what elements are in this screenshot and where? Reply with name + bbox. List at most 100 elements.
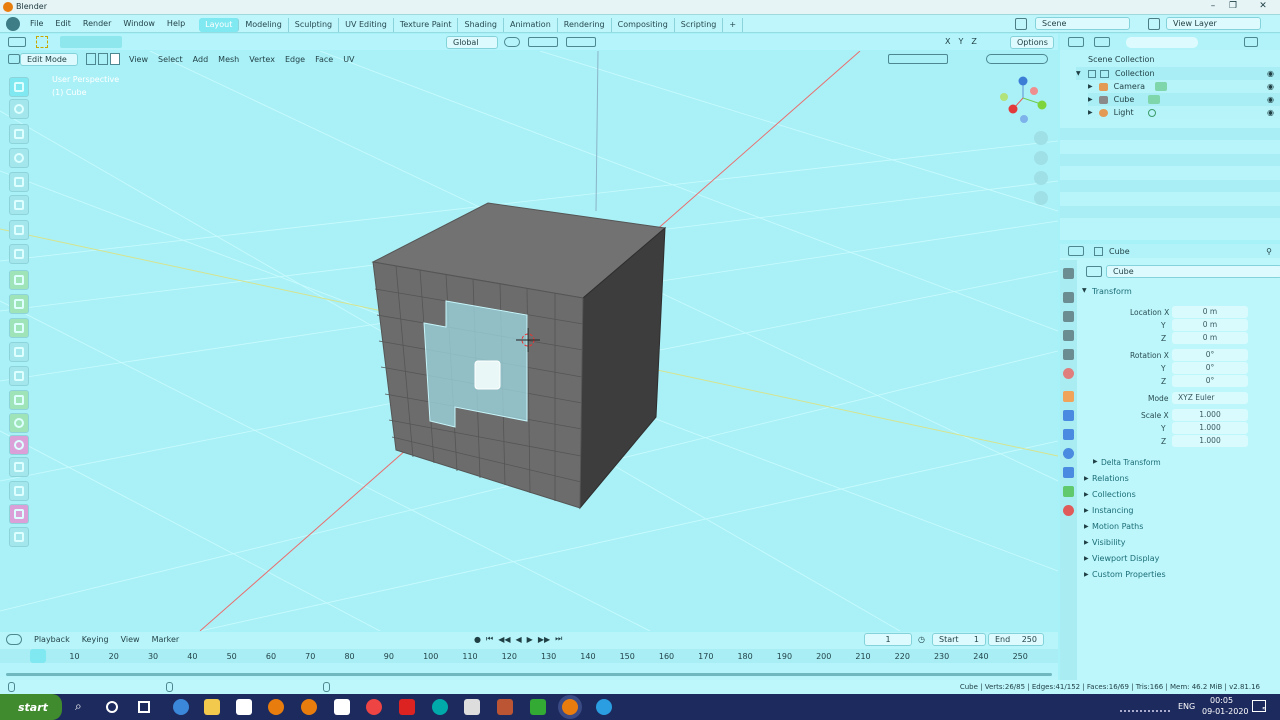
navigation-gizmo[interactable] — [1000, 76, 1047, 124]
record-icon[interactable]: ● — [474, 635, 481, 644]
minimize-icon[interactable]: – — [1206, 1, 1220, 13]
scene-selector[interactable]: Scene — [1015, 17, 1130, 30]
shading-mode-icons[interactable] — [986, 54, 1048, 64]
section-collections[interactable]: Collections — [1092, 490, 1136, 499]
filter-icon[interactable] — [1244, 37, 1258, 47]
prev-key-icon[interactable]: ◀◀ — [498, 635, 510, 644]
app-grey-icon[interactable] — [464, 699, 480, 715]
app-green-icon[interactable] — [530, 699, 546, 715]
mirror-z-toggle[interactable]: Z — [971, 37, 976, 46]
blender-app-icon[interactable] — [268, 699, 284, 715]
outliner-item-cube[interactable]: ▶ Cube ◉ — [1088, 93, 1280, 106]
expand-icon[interactable]: ▼ — [1076, 70, 1084, 77]
move-tool-button[interactable] — [9, 124, 29, 144]
active-face[interactable] — [474, 360, 501, 390]
play-reverse-icon[interactable]: ◀ — [516, 635, 522, 644]
current-frame-field[interactable]: 1 — [864, 633, 912, 646]
timeline-editor-icon[interactable] — [6, 634, 22, 645]
scene-tab-icon[interactable] — [1063, 349, 1074, 360]
material-tab-icon[interactable] — [1063, 505, 1074, 516]
editor-type-icon[interactable] — [8, 37, 26, 47]
outliner-editor-icon[interactable] — [1068, 37, 1084, 47]
render-tab-icon[interactable] — [1063, 292, 1074, 303]
menu-uv[interactable]: UV — [338, 53, 359, 66]
clock-date[interactable]: 09-01-2020 — [1202, 707, 1249, 716]
loop-cut-tool-button[interactable] — [9, 342, 29, 362]
select-box-icon[interactable] — [36, 36, 48, 48]
scale-x-field[interactable]: 1.000 — [1172, 409, 1248, 421]
select-mode-icons[interactable] — [60, 36, 122, 48]
rotate-tool-button[interactable] — [9, 148, 29, 168]
outliner-root[interactable]: Scene Collection — [1088, 55, 1155, 64]
end-frame-field[interactable]: End 250 — [988, 633, 1044, 646]
menu-mesh[interactable]: Mesh — [213, 53, 244, 66]
section-visibility[interactable]: Visibility — [1092, 538, 1126, 547]
location-z-field[interactable]: 0 m — [1172, 332, 1248, 344]
outliner-item-camera[interactable]: ▶ Camera ◉ — [1088, 80, 1280, 93]
rotation-z-field[interactable]: 0° — [1172, 375, 1248, 387]
play-icon[interactable]: ▶ — [527, 635, 533, 644]
gizmo-neg-z-icon[interactable] — [1020, 115, 1028, 123]
menu-edit[interactable]: Edit — [49, 15, 77, 33]
menu-view[interactable]: View — [124, 53, 153, 66]
object-name-field[interactable]: Cube — [1106, 265, 1280, 278]
expand-icon[interactable]: ▶ — [1084, 507, 1089, 514]
cube-mesh[interactable] — [371, 202, 667, 510]
snap-icon[interactable] — [528, 37, 558, 47]
tab-modeling[interactable]: Modeling — [239, 17, 289, 32]
poly-build-tool-button[interactable] — [9, 390, 29, 410]
options-dropdown[interactable]: Options — [1010, 36, 1054, 49]
gizmo-x-icon[interactable] — [1008, 104, 1018, 114]
timeline-menu-keying[interactable]: Keying — [76, 633, 115, 646]
file-explorer-icon[interactable] — [204, 699, 220, 715]
menu-help[interactable]: Help — [161, 15, 191, 33]
app-eye-icon[interactable] — [432, 699, 448, 715]
particles-tab-icon[interactable] — [1063, 429, 1074, 440]
timeline-menu-view[interactable]: View — [115, 633, 146, 646]
view-layer-selector[interactable]: View Layer — [1148, 17, 1261, 30]
jump-start-icon[interactable]: ⏮ — [486, 634, 493, 644]
language-indicator[interactable]: ENG — [1178, 702, 1195, 711]
visibility-eye-icon[interactable]: ◉ — [1267, 95, 1274, 104]
tab-sculpting[interactable]: Sculpting — [289, 17, 340, 32]
properties-editor-icon[interactable] — [1068, 246, 1084, 256]
editor-type-icon-3d[interactable] — [8, 54, 20, 64]
outliner-search-input[interactable] — [1126, 36, 1198, 48]
output-tab-icon[interactable] — [1063, 311, 1074, 322]
tab-scripting[interactable]: Scripting — [675, 17, 724, 32]
start-frame-field[interactable]: Start 1 — [932, 633, 986, 646]
tab-compositing[interactable]: Compositing — [612, 17, 675, 32]
location-y-field[interactable]: 0 m — [1172, 319, 1248, 331]
overlay-icons[interactable] — [888, 54, 948, 64]
gizmo-y-icon[interactable] — [1037, 100, 1047, 110]
tool-tab-icon[interactable] — [1063, 268, 1074, 279]
zoom-view-icon[interactable] — [1034, 131, 1048, 145]
gizmo-z-icon[interactable] — [1018, 76, 1028, 86]
camera-view-icon[interactable] — [1034, 171, 1048, 185]
section-relations[interactable]: Relations — [1092, 474, 1129, 483]
visibility-eye-icon[interactable]: ◉ — [1267, 108, 1274, 117]
frame-ruler[interactable]: 1102030405060708090100110120130140150160… — [0, 649, 1058, 663]
edge-icon[interactable] — [173, 699, 189, 715]
scale-tool-button[interactable] — [9, 172, 29, 192]
store-icon[interactable] — [236, 699, 252, 715]
scene-field[interactable]: Scene — [1035, 17, 1130, 30]
blender-app-icon-2[interactable] — [301, 699, 317, 715]
section-custom-properties[interactable]: Custom Properties — [1092, 570, 1166, 579]
annotate-tool-button[interactable] — [9, 220, 29, 240]
gizmo-neg-x-icon[interactable] — [1030, 87, 1038, 95]
cortana-icon[interactable] — [106, 701, 118, 713]
extrude-tool-button[interactable] — [9, 270, 29, 290]
modifier-tab-icon[interactable] — [1063, 410, 1074, 421]
select-mode-face-icon[interactable] — [110, 53, 120, 65]
rip-tool-button[interactable] — [9, 527, 29, 547]
rotation-y-field[interactable]: 0° — [1172, 362, 1248, 374]
data-tab-icon[interactable] — [1063, 486, 1074, 497]
expand-icon[interactable]: ▶ — [1084, 475, 1089, 482]
next-key-icon[interactable]: ▶▶ — [538, 635, 550, 644]
physics-tab-icon[interactable] — [1063, 448, 1074, 459]
blender-menu-icon[interactable] — [6, 16, 20, 31]
outliner-collection-row[interactable]: ▼ Collection ◉ — [1076, 67, 1280, 80]
rotation-mode-dropdown[interactable]: XYZ Euler — [1172, 392, 1248, 404]
app-film-icon[interactable] — [497, 699, 513, 715]
